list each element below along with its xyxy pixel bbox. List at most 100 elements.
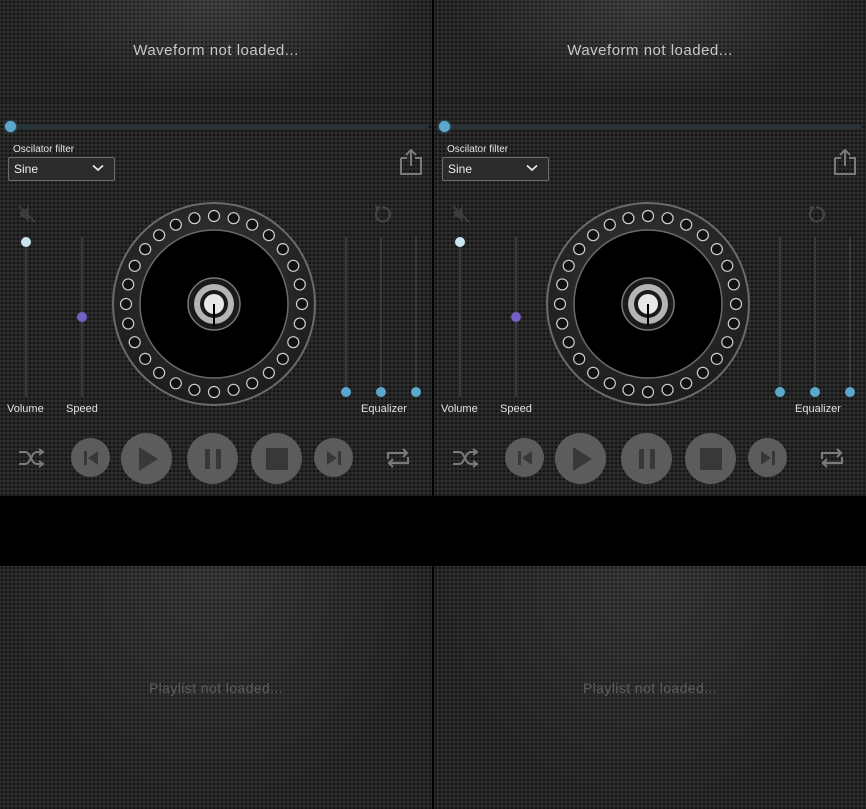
volume-slider[interactable] (455, 237, 465, 397)
volume-thumb[interactable] (455, 237, 465, 247)
platter-hole (287, 259, 300, 272)
equalizer-thumb[interactable] (810, 387, 820, 397)
seek-track (443, 125, 861, 129)
repeat-icon[interactable] (384, 447, 412, 469)
reset-icon[interactable] (372, 204, 392, 224)
playlist-status: Playlist not loaded... (582, 679, 718, 696)
platter-hole (169, 218, 182, 231)
platter-hole (727, 278, 740, 291)
speed-slider[interactable] (77, 237, 87, 397)
player-panel: Oscilator filter Sine Volume Speed Equal… (0, 101, 432, 496)
platter-hole (710, 352, 723, 365)
speed-thumb[interactable] (511, 312, 521, 322)
deck-right: Waveform not loaded... Oscilator filter … (434, 0, 866, 809)
pause-button[interactable] (621, 433, 672, 484)
equalizer-band-3-slider[interactable] (411, 237, 421, 397)
equalizer-band-1-slider[interactable] (341, 237, 351, 397)
spacer (434, 496, 866, 566)
platter-hole (562, 259, 575, 272)
platter-hole (227, 212, 240, 225)
next-button[interactable] (748, 438, 787, 477)
platter-hole (622, 212, 635, 225)
share-icon[interactable] (831, 147, 859, 177)
equalizer-band-1-slider[interactable] (775, 237, 785, 397)
platter-hole (553, 297, 567, 311)
platter-hole (573, 352, 586, 365)
turntable-platter[interactable] (546, 202, 750, 406)
volume-slider[interactable] (21, 237, 31, 397)
platter-hole (139, 352, 152, 365)
oscillator-filter-select[interactable]: Sine (442, 157, 549, 181)
seek-slider[interactable] (5, 121, 427, 132)
previous-button[interactable] (505, 438, 544, 477)
equalizer-track (380, 237, 382, 397)
platter-hole (562, 336, 575, 349)
equalizer-band-2-slider[interactable] (810, 237, 820, 397)
stop-icon (265, 447, 288, 470)
pause-button[interactable] (187, 433, 238, 484)
equalizer-thumb[interactable] (341, 387, 351, 397)
play-button[interactable] (121, 433, 172, 484)
platter-hole (721, 336, 734, 349)
equalizer-track (415, 237, 417, 397)
platter-hole (727, 317, 740, 330)
platter-hole (603, 218, 616, 231)
speed-thumb[interactable] (77, 312, 87, 322)
play-button[interactable] (555, 433, 606, 484)
equalizer-band-3-slider[interactable] (845, 237, 855, 397)
equalizer-band-2-slider[interactable] (376, 237, 386, 397)
chevron-down-icon (92, 164, 104, 172)
platter-hole (293, 278, 306, 291)
platter-hole (246, 218, 259, 231)
platter-hole (587, 366, 600, 379)
next-icon (326, 450, 341, 465)
equalizer-thumb[interactable] (775, 387, 785, 397)
repeat-icon[interactable] (818, 447, 846, 469)
platter-hole (287, 336, 300, 349)
seek-thumb[interactable] (5, 121, 16, 132)
stop-button[interactable] (685, 433, 736, 484)
equalizer-thumb[interactable] (411, 387, 421, 397)
oscillator-filter-select[interactable]: Sine (8, 157, 115, 181)
equalizer-thumb[interactable] (376, 387, 386, 397)
next-button[interactable] (314, 438, 353, 477)
oscillator-filter-label: Oscilator filter (13, 144, 75, 155)
volume-thumb[interactable] (21, 237, 31, 247)
platter-hole (661, 212, 674, 225)
platter-hole (573, 243, 586, 256)
platter-hole (122, 317, 135, 330)
turntable-platter[interactable] (112, 202, 316, 406)
platter-hole (680, 218, 693, 231)
platter-hole (207, 385, 221, 399)
platter-hole (295, 297, 309, 311)
platter-hole (721, 259, 734, 272)
shuffle-icon[interactable] (451, 447, 479, 469)
speed-slider[interactable] (511, 237, 521, 397)
play-icon (572, 446, 592, 471)
previous-icon (83, 450, 98, 465)
playlist-panel: Playlist not loaded... (0, 566, 432, 809)
equalizer-track (814, 237, 816, 397)
share-icon[interactable] (397, 147, 425, 177)
platter-hole (128, 336, 141, 349)
equalizer-track (849, 237, 851, 397)
seek-thumb[interactable] (439, 121, 450, 132)
previous-button[interactable] (71, 438, 110, 477)
platter-hole (729, 297, 743, 311)
waveform-panel: Waveform not loaded... (434, 0, 866, 101)
reset-icon[interactable] (806, 204, 826, 224)
volume-label: Volume (441, 403, 478, 415)
platter-hole (710, 243, 723, 256)
volume-label: Volume (7, 403, 44, 415)
equalizer-thumb[interactable] (845, 387, 855, 397)
equalizer-track (779, 237, 781, 397)
spacer (0, 496, 432, 566)
previous-icon (517, 450, 532, 465)
shuffle-icon[interactable] (17, 447, 45, 469)
seek-slider[interactable] (439, 121, 861, 132)
seek-track (9, 125, 427, 129)
mute-icon[interactable] (451, 204, 471, 224)
stop-button[interactable] (251, 433, 302, 484)
pause-icon (638, 448, 655, 469)
mute-icon[interactable] (17, 204, 37, 224)
